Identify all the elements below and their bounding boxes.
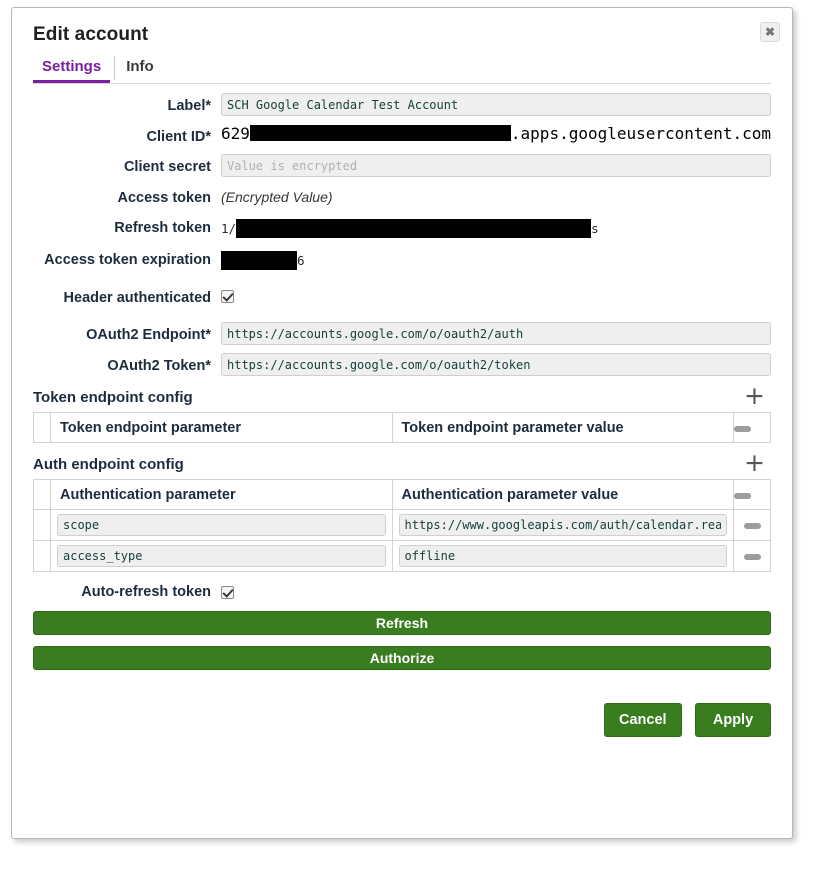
field-row-client-secret: Client secret — [33, 154, 771, 177]
client-id-redaction-bar — [249, 124, 511, 141]
table-header-row: Authentication parameter Authentication … — [33, 479, 771, 510]
access-token-expiration-redaction-bar — [221, 251, 297, 270]
field-row-oauth2-token: OAuth2 Token* — [33, 353, 771, 376]
field-row-access-token: Access token (Encrypted Value) — [33, 185, 771, 207]
access-token-expiration-suffix: 6 — [297, 253, 305, 268]
auth-parameter-value-cell — [391, 509, 734, 541]
cancel-button[interactable]: Cancel — [603, 703, 682, 737]
settings-form: Label* Client ID* 629 .apps.googleusercon… — [12, 84, 792, 747]
plus-icon-auth-endpoint[interactable]: + — [744, 450, 765, 475]
oauth2-endpoint-field-label: OAuth2 Endpoint* — [86, 327, 211, 343]
remove-column-header — [733, 412, 771, 443]
client-id-prefix: 629 — [221, 124, 250, 143]
auth-parameter-cell — [50, 509, 393, 541]
tab-info[interactable]: Info — [114, 56, 165, 80]
minus-icon-token-header[interactable] — [734, 425, 751, 432]
auth-parameter-input-1[interactable] — [57, 545, 386, 567]
row-remove-cell — [733, 540, 771, 572]
token-endpoint-config-header: Token endpoint config + — [33, 383, 771, 412]
refresh-token-value: 1/s — [221, 215, 771, 239]
dialog-header: Edit account ✖ — [12, 8, 792, 56]
table-header-row: Token endpoint parameter Token endpoint … — [33, 412, 771, 443]
refresh-token-suffix: s — [591, 221, 599, 236]
access-token-field-label: Access token — [117, 190, 212, 206]
client-id-suffix: .apps.googleusercontent.com — [510, 124, 771, 143]
access-token-value: (Encrypted Value) — [221, 189, 333, 205]
oauth2-endpoint-input[interactable] — [221, 322, 771, 345]
page-title: Edit account — [33, 24, 149, 45]
column-header-auth-parameter: Authentication parameter — [50, 479, 393, 510]
header-authenticated-field-label: Header authenticated — [63, 290, 211, 306]
token-endpoint-config-title: Token endpoint config — [33, 389, 193, 406]
client-secret-input[interactable] — [221, 154, 771, 177]
field-row-label: Label* — [33, 93, 771, 116]
field-row-client-id: Client ID* 629 .apps.googleusercontent.co… — [33, 124, 771, 146]
refresh-button[interactable]: Refresh — [33, 611, 771, 635]
remove-column-header — [733, 479, 771, 510]
refresh-token-prefix: 1/ — [221, 221, 237, 236]
minus-icon-row-0[interactable] — [743, 523, 761, 529]
label-input[interactable] — [221, 93, 771, 116]
token-endpoint-config-section: Token endpoint config + Token endpoint p… — [33, 383, 771, 443]
minus-icon-auth-header[interactable] — [734, 492, 751, 499]
auto-refresh-token-field-label: Auto-refresh token — [81, 584, 211, 600]
row-remove-cell — [733, 509, 771, 541]
oauth2-token-input[interactable] — [221, 353, 771, 376]
client-secret-field-label: Client secret — [123, 159, 211, 175]
auth-parameter-value-input-0[interactable] — [398, 514, 727, 536]
apply-button[interactable]: Apply — [695, 703, 771, 737]
client-id-input[interactable]: 629 .apps.googleusercontent.com — [221, 124, 771, 143]
close-icon[interactable]: ✖ — [760, 22, 780, 42]
dialog-footer: Cancel Apply — [33, 703, 771, 747]
plus-icon-token-endpoint[interactable]: + — [744, 383, 765, 408]
client-id-field-label: Client ID* — [146, 129, 211, 145]
authorize-button[interactable]: Authorize — [33, 646, 771, 670]
column-header-token-parameter-value: Token endpoint parameter value — [391, 412, 734, 443]
refresh-token-redaction-bar — [236, 219, 592, 238]
field-row-oauth2-endpoint: OAuth2 Endpoint* — [33, 322, 771, 345]
auth-parameter-cell — [50, 540, 393, 572]
access-token-expiration-value: 6 — [221, 247, 771, 271]
auth-parameter-value-input-1[interactable] — [398, 545, 727, 567]
label-field-label: Label* — [167, 98, 211, 114]
table-row — [33, 540, 771, 572]
edit-account-dialog: Edit account ✖ SettingsInfo Label* Clien… — [11, 7, 793, 839]
drag-handle-column — [33, 479, 51, 510]
tab-settings[interactable]: Settings — [33, 56, 111, 83]
access-token-expiration-field-label: Access token expiration — [44, 252, 211, 268]
auth-endpoint-config-title: Auth endpoint config — [33, 456, 184, 473]
column-header-auth-parameter-value: Authentication parameter value — [391, 479, 734, 510]
field-row-refresh-token: Refresh token 1/s — [33, 215, 771, 239]
column-header-token-parameter: Token endpoint parameter — [50, 412, 393, 443]
auth-endpoint-config-section: Auth endpoint config + Authentication pa… — [33, 450, 771, 572]
field-row-auto-refresh-token: Auto-refresh token — [33, 584, 771, 600]
token-endpoint-config-table: Token endpoint parameter Token endpoint … — [33, 412, 771, 443]
auto-refresh-token-checkbox[interactable] — [221, 585, 234, 599]
auth-endpoint-config-table: Authentication parameter Authentication … — [33, 479, 771, 572]
auth-parameter-input-0[interactable] — [57, 514, 386, 536]
minus-icon-row-1[interactable] — [743, 554, 761, 560]
refresh-token-field-label: Refresh token — [114, 220, 211, 236]
field-row-access-token-expiration: Access token expiration 6 — [33, 247, 771, 271]
auth-endpoint-config-header: Auth endpoint config + — [33, 450, 771, 479]
field-row-header-authenticated: Header authenticated — [33, 285, 771, 308]
auth-parameter-value-cell — [391, 540, 734, 572]
table-row — [33, 509, 771, 541]
drag-handle-column — [33, 412, 51, 443]
header-authenticated-checkbox[interactable] — [221, 290, 234, 303]
oauth2-token-field-label: OAuth2 Token* — [107, 358, 211, 374]
row-drag-handle[interactable] — [33, 509, 51, 541]
row-drag-handle[interactable] — [33, 540, 51, 572]
tab-bar: Settings Info — [33, 56, 771, 84]
